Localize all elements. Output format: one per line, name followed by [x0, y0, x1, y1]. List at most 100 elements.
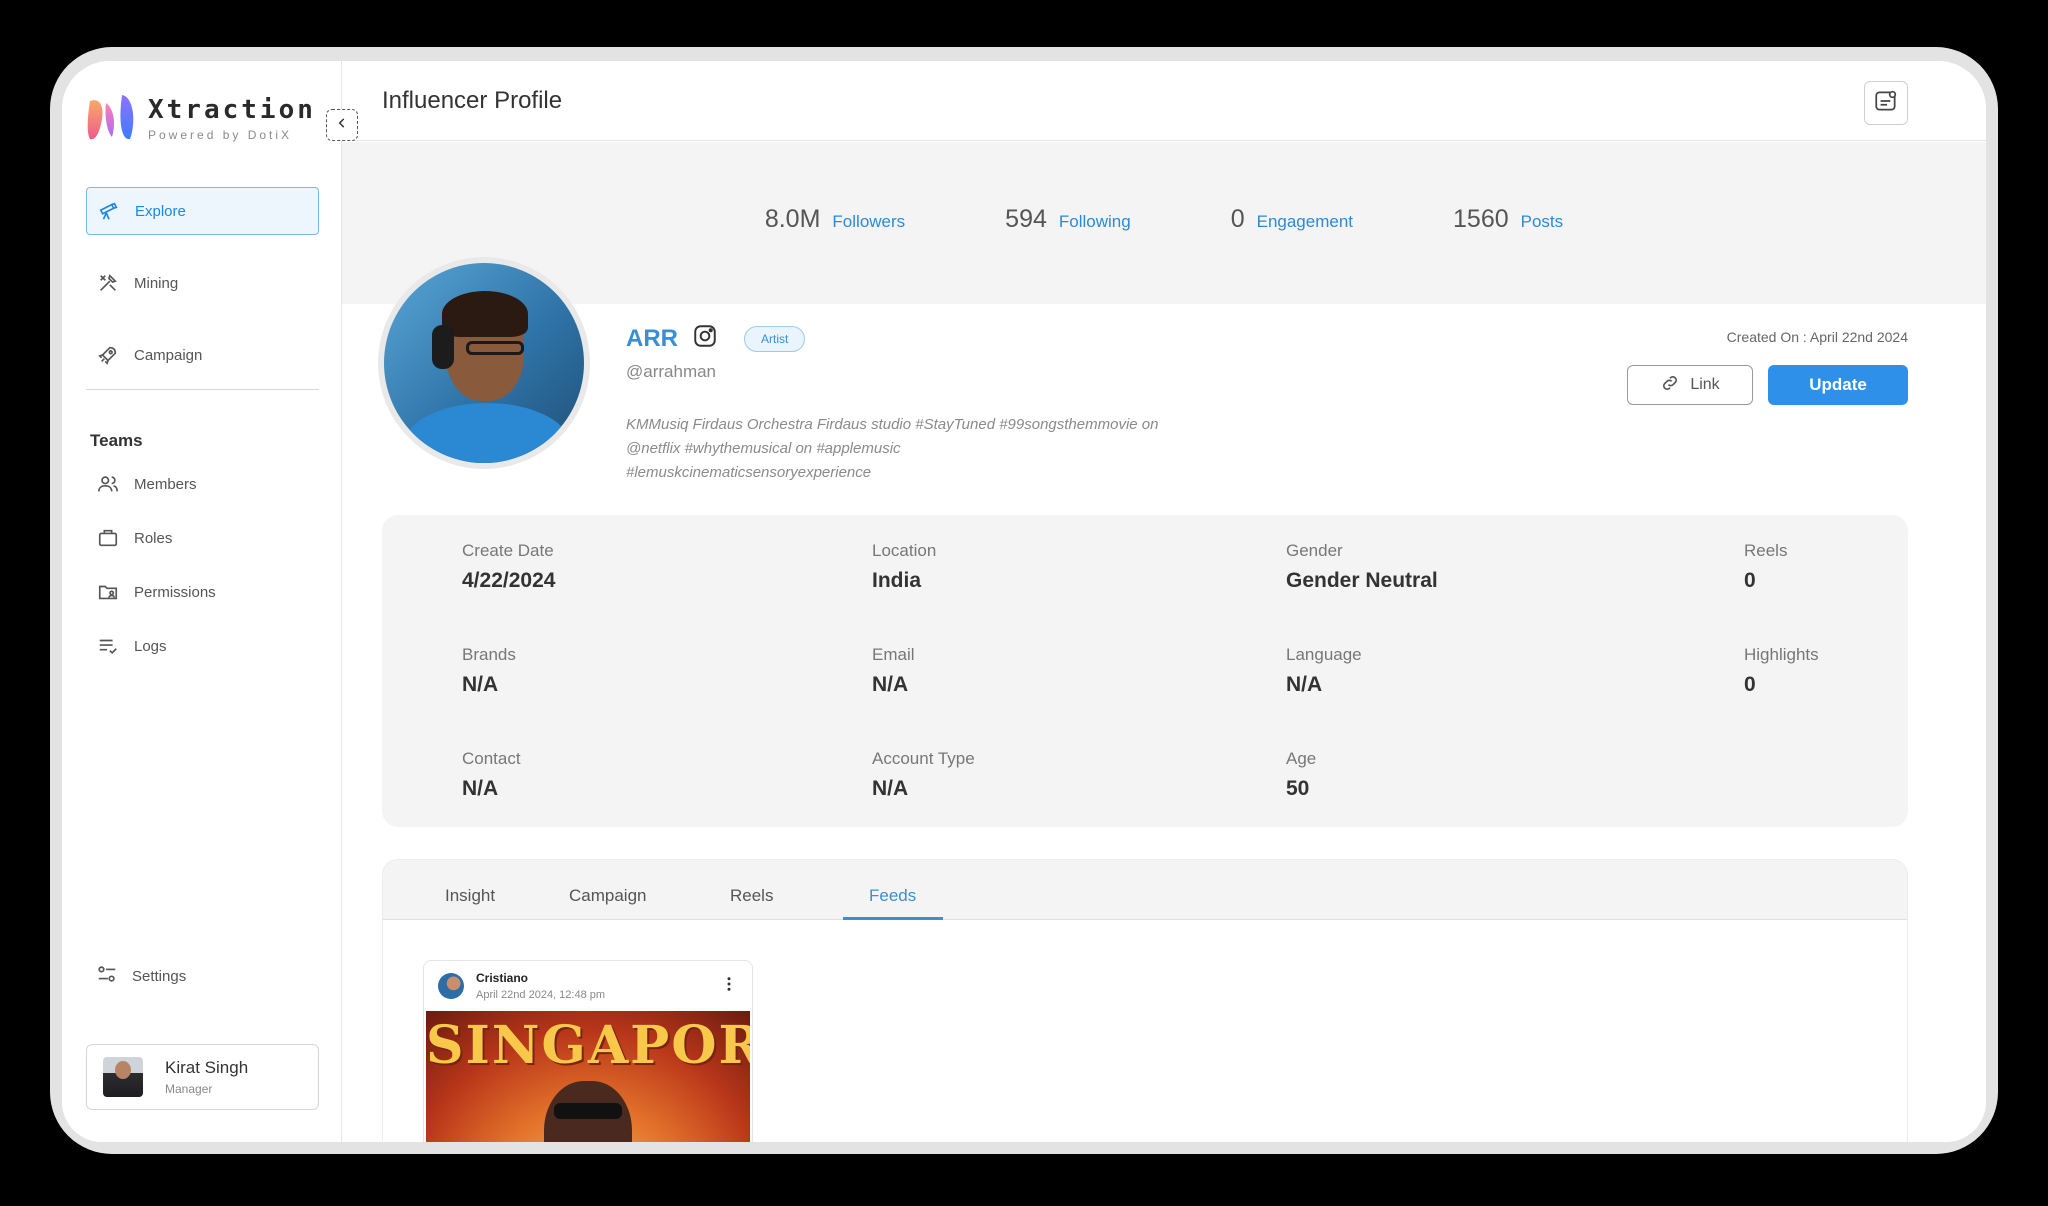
active-tab-indicator — [843, 917, 943, 920]
created-on-text: Created On : April 22nd 2024 — [1726, 329, 1908, 345]
nav-item-mining[interactable]: Mining — [86, 259, 319, 307]
sidebar-item-permissions[interactable]: Permissions — [86, 577, 319, 607]
app-logo[interactable]: Xtraction Powered by DotiX — [86, 93, 316, 143]
stat-value: 594 — [1005, 205, 1047, 233]
tab-reels[interactable]: Reels — [730, 886, 773, 906]
update-button[interactable]: Update — [1768, 365, 1908, 405]
link-button[interactable]: Link — [1627, 365, 1753, 405]
detail-age: Age 50 — [1286, 749, 1316, 801]
detail-label: Email — [872, 645, 915, 664]
stat-value: 0 — [1230, 205, 1245, 233]
feed-image[interactable]: SINGAPORE — [426, 1011, 750, 1142]
main-content: Influencer Profile 8.0M Followers 594 Fo… — [342, 61, 1986, 1142]
detail-value: N/A — [462, 777, 499, 800]
stat-label[interactable]: Followers — [832, 212, 905, 232]
telescope-icon — [97, 199, 121, 223]
detail-label: Brands — [462, 645, 516, 664]
chevron-left-icon — [335, 116, 349, 135]
detail-label: Language — [1286, 645, 1362, 664]
detail-value: N/A — [872, 777, 909, 800]
detail-reels: Reels 0 — [1744, 541, 1787, 593]
app-screen: Xtraction Powered by DotiX Explore Minin… — [62, 61, 1986, 1142]
feed-card[interactable]: Cristiano April 22nd 2024, 12:48 pm SING… — [423, 960, 753, 1142]
bio-line: KMMusiq Firdaus Orchestra Firdaus studio… — [626, 416, 1159, 433]
app-tagline: Powered by DotiX — [148, 127, 293, 142]
nav-item-campaign[interactable]: Campaign — [86, 331, 319, 379]
nav-label: Campaign — [134, 346, 203, 364]
detail-value: 4/22/2024 — [462, 569, 556, 592]
user-role: Manager — [165, 1082, 213, 1096]
top-bar: Influencer Profile — [342, 61, 1986, 141]
stat-value: 8.0M — [764, 205, 821, 233]
profile-info: ARR Artist @arrahman — [626, 323, 806, 382]
teams-heading: Teams — [90, 431, 143, 450]
detail-location: Location India — [872, 541, 936, 593]
sidebar-item-settings[interactable]: Settings — [96, 963, 186, 989]
nav-label: Mining — [134, 274, 179, 292]
detail-label: Location — [872, 541, 937, 560]
stat-engagement: 0 Engagement — [1231, 205, 1353, 234]
sidebar-item-members[interactable]: Members — [86, 469, 319, 499]
detail-create-date: Create Date 4/22/2024 — [462, 541, 555, 593]
detail-gender: Gender Gender Neutral — [1286, 541, 1438, 593]
profile-handle: @arrahman — [626, 362, 717, 381]
feed-date: April 22nd 2024, 12:48 pm — [476, 989, 606, 1001]
detail-label: Reels — [1744, 541, 1788, 560]
detail-label: Contact — [462, 749, 521, 768]
detail-account-type: Account Type N/A — [872, 749, 975, 801]
link-icon — [1660, 373, 1680, 398]
detail-value: Gender Neutral — [1286, 569, 1438, 592]
detail-label: Gender — [1286, 541, 1343, 560]
page-title: Influencer Profile — [382, 87, 563, 114]
detail-value: 0 — [1744, 673, 1756, 696]
stat-label[interactable]: Engagement — [1257, 212, 1353, 232]
profile-photo — [378, 257, 590, 469]
collapse-sidebar-button[interactable] — [326, 109, 358, 141]
profile-name: ARR — [626, 324, 678, 352]
main-nav: Explore Mining Campaign — [86, 187, 319, 403]
tab-feeds[interactable]: Feeds — [869, 886, 916, 906]
detail-value: N/A — [1286, 673, 1323, 696]
more-vertical-icon[interactable] — [720, 975, 738, 998]
avatar — [438, 973, 464, 999]
stat-label[interactable]: Following — [1059, 212, 1131, 232]
logo-mark-icon — [86, 93, 138, 143]
category-badge: Artist — [744, 325, 806, 352]
detail-label: Highlights — [1744, 645, 1819, 664]
instagram-icon[interactable] — [692, 323, 718, 354]
device-frame: Xtraction Powered by DotiX Explore Minin… — [50, 47, 1998, 1154]
detail-value: 0 — [1744, 569, 1756, 592]
sidebar-item-logs[interactable]: Logs — [86, 631, 319, 661]
content-tabs-panel: Insight Campaign Reels Feeds Cristiano A… — [382, 859, 1908, 1142]
detail-brands: Brands N/A — [462, 645, 516, 697]
team-label: Permissions — [134, 583, 216, 601]
tab-insight[interactable]: Insight — [445, 886, 495, 906]
tab-bar: Insight Campaign Reels Feeds — [383, 860, 1907, 920]
stat-following: 594 Following — [1005, 205, 1131, 234]
rocket-icon — [96, 343, 120, 367]
user-profile-card[interactable]: Kirat Singh Manager — [86, 1044, 319, 1110]
team-label: Members — [134, 475, 197, 493]
nav-label: Explore — [135, 202, 186, 220]
stat-posts: 1560 Posts — [1453, 205, 1563, 234]
nav-item-explore[interactable]: Explore — [86, 187, 319, 235]
detail-label: Create Date — [462, 541, 554, 560]
sidebar-item-roles[interactable]: Roles — [86, 523, 319, 553]
detail-value: N/A — [462, 673, 499, 696]
stats-row: 8.0M Followers 594 Following 0 Engagemen… — [342, 205, 1986, 234]
team-label: Logs — [134, 637, 167, 655]
detail-value: India — [872, 569, 922, 592]
stat-label[interactable]: Posts — [1521, 212, 1564, 232]
user-name: Kirat Singh — [165, 1058, 249, 1077]
detail-value: N/A — [872, 673, 909, 696]
bio-line: @netflix #whythemusical on #applemusic — [626, 440, 901, 457]
tools-icon — [96, 271, 120, 295]
detail-highlights: Highlights 0 — [1744, 645, 1819, 697]
notification-button[interactable] — [1864, 81, 1908, 125]
feed-image-text: SINGAPORE — [426, 1015, 750, 1076]
settings-label: Settings — [132, 967, 187, 985]
sidebar: Xtraction Powered by DotiX Explore Minin… — [62, 61, 342, 1142]
detail-value: 50 — [1286, 777, 1310, 800]
tab-campaign[interactable]: Campaign — [569, 886, 647, 906]
settings-sliders-icon — [96, 963, 118, 989]
